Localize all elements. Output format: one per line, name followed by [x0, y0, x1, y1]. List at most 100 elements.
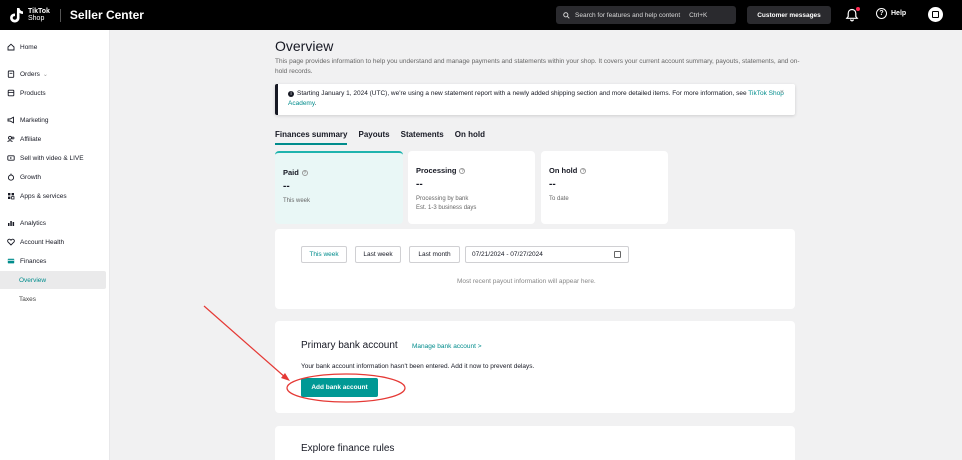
sidebar: Home Orders ⌄ Products Marketing Affilia… — [0, 30, 110, 460]
card-value: -- — [416, 179, 423, 190]
search-shortcut: Ctrl+K — [689, 11, 708, 19]
notification-badge — [856, 7, 860, 11]
sidebar-item-label: Affiliate — [20, 135, 42, 143]
logo-divider — [59, 8, 61, 22]
sidebar-item-label: Overview — [19, 276, 47, 284]
card-title-text: Processing — [416, 166, 457, 175]
help-icon[interactable]: ? — [580, 167, 587, 174]
account-avatar[interactable] — [928, 7, 943, 22]
sidebar-item-label: Sell with video & LIVE — [20, 154, 84, 162]
sidebar-item-label: Marketing — [20, 116, 49, 124]
help-button[interactable]: ? Help — [876, 8, 906, 19]
info-icon: i — [288, 91, 294, 97]
sidebar-item-products[interactable]: Products — [0, 84, 106, 102]
card-subtext-line: Processing by bank — [416, 196, 469, 202]
sidebar-item-analytics[interactable]: Analytics — [0, 214, 106, 232]
sidebar-item-home[interactable]: Home — [0, 38, 106, 56]
orders-icon — [7, 70, 15, 78]
on-hold-summary-card[interactable]: On hold? -- To date — [541, 151, 668, 224]
tiktok-shop-logo[interactable]: TikTok Shop — [8, 7, 50, 23]
sidebar-item-affiliate[interactable]: Affiliate — [0, 130, 106, 148]
analytics-icon — [7, 219, 15, 227]
app-title: Seller Center — [69, 8, 144, 22]
home-icon — [7, 43, 15, 51]
page-title: Overview — [275, 38, 334, 54]
store-icon — [932, 11, 939, 18]
search-icon — [563, 11, 570, 19]
customer-messages-button[interactable]: Customer messages — [747, 6, 831, 24]
sidebar-item-orders[interactable]: Orders ⌄ — [0, 65, 106, 83]
account-health-icon — [7, 238, 15, 246]
top-bar: TikTok Shop Seller Center Search for fea… — [0, 0, 962, 30]
search-placeholder: Search for features and help content — [575, 11, 681, 19]
apps-icon — [7, 192, 15, 200]
date-range-picker[interactable]: 07/21/2024 - 07/27/2024 — [465, 246, 629, 263]
tiktok-logo-icon — [10, 8, 23, 23]
close-icon[interactable]: × — [780, 88, 784, 98]
card-subtext: To date — [549, 195, 569, 204]
sidebar-item-label: Orders — [20, 70, 40, 78]
card-subtext: This week — [283, 197, 310, 206]
card-value: -- — [549, 179, 556, 190]
card-title: Processing? — [416, 166, 466, 175]
sidebar-item-label: Apps & services — [20, 192, 67, 200]
notice-period: . — [314, 100, 317, 107]
sidebar-item-finances[interactable]: Finances — [0, 252, 106, 270]
manage-bank-account-link[interactable]: Manage bank account > — [412, 343, 482, 350]
card-title: On hold? — [549, 166, 587, 175]
card-title: Paid? — [283, 168, 308, 177]
tab-statements[interactable]: Statements — [401, 130, 444, 145]
sidebar-item-label: Growth — [20, 173, 41, 181]
sidebar-item-sell-with-video-live[interactable]: Sell with video & LIVE — [0, 149, 106, 167]
sidebar-item-label: Account Health — [20, 238, 65, 246]
payout-empty-text: Most recent payout information will appe… — [457, 278, 596, 285]
card-subtext: Processing by bank Est. 1-3 business days — [416, 195, 476, 213]
tab-payouts[interactable]: Payouts — [358, 130, 389, 145]
page-description: This page provides information to help y… — [275, 58, 800, 75]
finances-icon — [7, 257, 15, 265]
statement-notice-banner: i Starting January 1, 2024 (UTC), we're u… — [275, 84, 795, 115]
growth-icon — [7, 173, 15, 181]
help-icon[interactable]: ? — [459, 167, 466, 174]
affiliate-icon — [7, 135, 15, 143]
tab-on-hold[interactable]: On hold — [455, 130, 485, 145]
paid-summary-card[interactable]: Paid? -- This week — [275, 151, 403, 224]
bank-section-title: Primary bank account — [301, 340, 398, 351]
sidebar-item-overview[interactable]: Overview — [0, 271, 106, 289]
card-subtext-line: To date — [549, 196, 569, 202]
last-month-button[interactable]: Last month — [409, 246, 460, 263]
add-bank-account-button[interactable]: Add bank account — [301, 378, 378, 397]
logo-text-shop: Shop — [28, 15, 45, 22]
marketing-icon — [7, 116, 15, 124]
card-title-text: Paid — [283, 168, 299, 177]
sidebar-item-taxes[interactable]: Taxes — [0, 290, 106, 308]
sidebar-item-account-health[interactable]: Account Health — [0, 233, 106, 251]
notice-text: Starting January 1, 2024 (UTC), we're us… — [297, 90, 749, 97]
this-week-button[interactable]: This week — [301, 246, 347, 263]
sidebar-item-label: Analytics — [20, 219, 47, 227]
card-subtext-line: This week — [283, 198, 311, 204]
logo-text-tiktok: TikTok — [28, 8, 50, 15]
date-range-value: 07/21/2024 - 07/27/2024 — [472, 251, 543, 258]
sidebar-item-apps-services[interactable]: Apps & services — [0, 187, 106, 205]
card-subtext-line: Est. 1-3 business days — [416, 205, 477, 211]
tab-finances-summary[interactable]: Finances summary — [275, 130, 348, 145]
annotation-arrow-line — [203, 305, 287, 379]
help-icon[interactable]: ? — [301, 169, 308, 176]
card-title-text: On hold — [549, 166, 578, 175]
payouts-panel: This week Last week Last month 07/21/202… — [275, 229, 795, 309]
sidebar-item-label: Taxes — [19, 295, 36, 303]
bank-description: Your bank account information hasn't bee… — [301, 363, 535, 370]
primary-bank-account-panel: Primary bank account Manage bank account… — [275, 321, 795, 413]
sidebar-item-growth[interactable]: Growth — [0, 168, 106, 186]
calendar-icon — [614, 251, 621, 258]
finance-tabs: Finances summary Payouts Statements On h… — [275, 130, 496, 145]
sidebar-item-label: Home — [20, 43, 38, 51]
processing-summary-card[interactable]: Processing? -- Processing by bank Est. 1-… — [408, 151, 535, 224]
last-week-button[interactable]: Last week — [355, 246, 401, 263]
sidebar-item-marketing[interactable]: Marketing — [0, 111, 106, 129]
sidebar-item-label: Products — [20, 89, 46, 97]
card-value: -- — [283, 181, 290, 192]
search-input[interactable]: Search for features and help content Ctr… — [556, 6, 736, 24]
video-icon — [7, 154, 15, 162]
